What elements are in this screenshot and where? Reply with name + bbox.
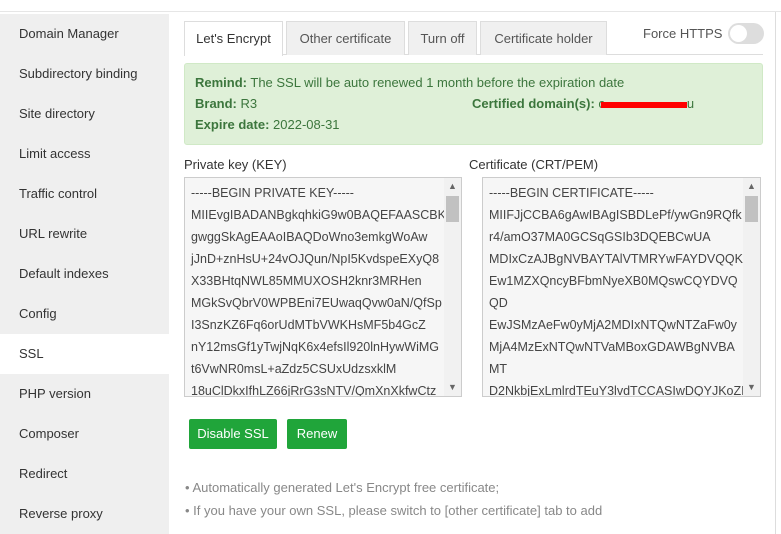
- sidebar-item-ssl[interactable]: SSL: [0, 334, 169, 374]
- text-line: D2NkbjExLmlrdTEuY3lvdTCCASIwDQYJKoZI: [489, 384, 745, 397]
- text-line: r4/amO37MA0GCSqGSIb3DQEBCwUA: [489, 230, 711, 244]
- sidebar-item-composer[interactable]: Composer: [0, 414, 169, 454]
- window-title-bar: [0, 0, 781, 12]
- text-line: gwggSkAgEAAoIBAQDoWno3emkgWoAw: [191, 230, 428, 244]
- brand-label: Brand:: [195, 96, 237, 111]
- panel-border: [775, 12, 776, 534]
- text-line: I3SnzKZ6Fq6orUdMTbVWKHsMF5b4GcZ: [191, 318, 426, 332]
- scroll-down-icon[interactable]: ▼: [444, 379, 461, 396]
- force-https-toggle[interactable]: [728, 23, 764, 44]
- certificate-content: -----BEGIN CERTIFICATE----- MIIFJjCCBA6gA…: [483, 178, 760, 397]
- scroll-down-icon[interactable]: ▼: [743, 379, 760, 396]
- scrollbar[interactable]: ▲ ▼: [743, 178, 760, 396]
- tab-certificate-holder[interactable]: Certificate holder: [480, 21, 607, 55]
- scroll-thumb[interactable]: [745, 196, 758, 222]
- sidebar-item-traffic-control[interactable]: Traffic control: [0, 174, 169, 214]
- tab-turn-off[interactable]: Turn off: [408, 21, 477, 55]
- note-text: Automatically generated Let's Encrypt fr…: [192, 480, 500, 495]
- text-line: t6VwNR0msL+aZdz5CSUxUdzsxklM: [191, 362, 397, 376]
- sidebar-item-config[interactable]: Config: [0, 294, 169, 334]
- remind-line: Remind: The SSL will be auto renewed 1 m…: [195, 75, 624, 90]
- sidebar-item-limit-access[interactable]: Limit access: [0, 134, 169, 174]
- text-line: Ew1MZXQncyBFbmNyeXB0MQswCQYDVQ: [489, 274, 738, 288]
- text-line: MIIFJjCCBA6gAwIBAgISBDLePf/ywGn9RQfk: [489, 208, 742, 222]
- tab-other-certificate[interactable]: Other certificate: [286, 21, 405, 55]
- domain-line: Certified domain(s): cu: [472, 96, 694, 111]
- sidebar-item-php-version[interactable]: PHP version: [0, 374, 169, 414]
- text-line: EwJSMzAeFw0yMjA2MDIxNTQwNTZaFw0y: [489, 318, 737, 332]
- text-line: -----BEGIN CERTIFICATE-----: [489, 186, 654, 200]
- text-line: MGkSvQbrV0WPBEni7EUwaqQvw0aN/QfSp: [191, 296, 442, 310]
- note-item: • If you have your own SSL, please switc…: [185, 503, 603, 518]
- text-line: 18uClDkxIfhLZ66jRrG3sNTV/QmXnXkfwCtz: [191, 384, 437, 397]
- private-key-label: Private key (KEY): [184, 157, 287, 172]
- brand-line: Brand: R3: [195, 96, 257, 111]
- sidebar-item-url-rewrite[interactable]: URL rewrite: [0, 214, 169, 254]
- brand-value: R3: [236, 96, 258, 111]
- text-line: MIIEvgIBADANBgkqhkiG9w0BAQEFAASCBK: [191, 208, 446, 222]
- toggle-knob: [730, 25, 747, 42]
- scroll-up-icon[interactable]: ▲: [743, 178, 760, 195]
- text-line: jJnD+znHsU+24vOJQun/NpI5KvdspeEXyQ8: [191, 252, 440, 266]
- text-line: MjA4MzExNTQwNTVaMBoxGDAWBgNVBA: [489, 340, 735, 354]
- scroll-thumb[interactable]: [446, 196, 459, 222]
- note-item: • Automatically generated Let's Encrypt …: [185, 480, 500, 495]
- private-key-textarea[interactable]: -----BEGIN PRIVATE KEY----- MIIEvgIBADANB…: [184, 177, 462, 397]
- sidebar-item-reverse-proxy[interactable]: Reverse proxy: [0, 494, 169, 534]
- note-text: If you have your own SSL, please switch …: [193, 503, 603, 518]
- renew-button[interactable]: Renew: [287, 419, 347, 449]
- text-line: nY12msGf1yTwjNqK6x4efsIl920lnHywWiMG: [191, 340, 439, 354]
- private-key-content: -----BEGIN PRIVATE KEY----- MIIEvgIBADANB…: [185, 178, 461, 397]
- text-line: X33BHtqNWL85MMUXOSH2knr3MRHen: [191, 274, 422, 288]
- sidebar-item-default-indexes[interactable]: Default indexes: [0, 254, 169, 294]
- domain-label: Certified domain(s):: [472, 96, 595, 111]
- sidebar-item-site-directory[interactable]: Site directory: [0, 94, 169, 134]
- expire-line: Expire date: 2022-08-31: [195, 117, 340, 132]
- expire-value: 2022-08-31: [269, 117, 340, 132]
- domain-tail: u: [686, 96, 695, 111]
- certificate-textarea[interactable]: -----BEGIN CERTIFICATE----- MIIFJjCCBA6gA…: [482, 177, 761, 397]
- sidebar-item-redirect[interactable]: Redirect: [0, 454, 169, 494]
- force-https-label: Force HTTPS: [643, 26, 723, 41]
- scroll-up-icon[interactable]: ▲: [444, 178, 461, 195]
- remind-label: Remind:: [195, 75, 247, 90]
- scrollbar[interactable]: ▲ ▼: [444, 178, 461, 396]
- text-line: -----BEGIN PRIVATE KEY-----: [191, 186, 354, 200]
- sidebar-item-subdirectory-binding[interactable]: Subdirectory binding: [0, 54, 169, 94]
- certificate-label: Certificate (CRT/PEM): [469, 157, 599, 172]
- text-line: QD: [489, 296, 508, 310]
- tab-lets-encrypt[interactable]: Let's Encrypt: [184, 21, 283, 56]
- text-line: MDIxCzAJBgNVBAYTAlVTMRYwFAYDVQQK: [489, 252, 743, 266]
- disable-ssl-button[interactable]: Disable SSL: [189, 419, 277, 449]
- expire-label: Expire date:: [195, 117, 270, 132]
- ssl-info-alert: Remind: The SSL will be auto renewed 1 m…: [184, 63, 763, 145]
- sidebar: Domain Manager Subdirectory binding Site…: [0, 14, 169, 534]
- redaction-mark: [600, 101, 687, 108]
- remind-text: The SSL will be auto renewed 1 month bef…: [247, 75, 625, 90]
- sidebar-item-domain-manager[interactable]: Domain Manager: [0, 14, 169, 54]
- text-line: MT: [489, 362, 508, 376]
